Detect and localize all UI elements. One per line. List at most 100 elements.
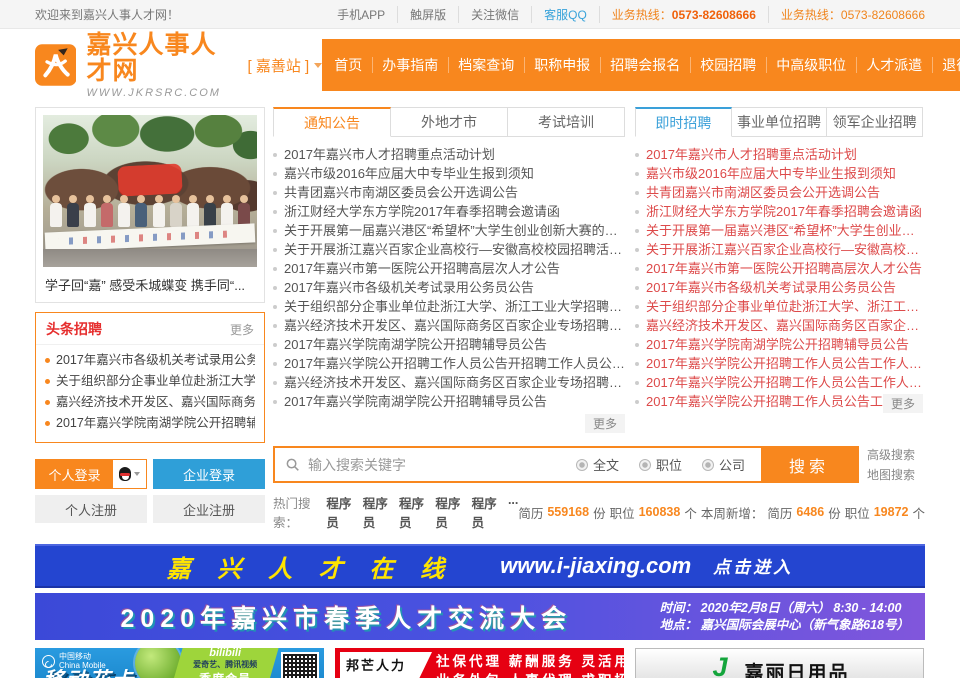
job-item[interactable]: 关于开展浙江嘉兴百家企业高校行—安徽高校校园... (635, 240, 923, 259)
tab-notices[interactable]: 通知公告 (273, 107, 391, 137)
job-item[interactable]: 共青团嘉兴市南湖区委员会公开选调公告 (635, 183, 923, 202)
search-input[interactable] (308, 457, 566, 473)
hot-search-item[interactable]: 程序员 (363, 493, 390, 531)
jobs-more-link[interactable]: 更多 (883, 394, 923, 413)
notice-item[interactable]: 关于组织部分企事业单位赴浙江大学、浙江工业大学招聘人才的... (273, 297, 625, 316)
china-mobile-ad[interactable]: 中国移动China Mobile 移动花卡 bilibili 爱奇艺、腾讯视频 … (35, 648, 324, 678)
radio-position[interactable]: 职位 (639, 455, 682, 474)
notice-item[interactable]: 2017年嘉兴学院南湖学院公开招聘辅导员公告 (273, 335, 625, 354)
tab-public-institution-jobs[interactable]: 事业单位招聘 (732, 107, 828, 137)
notice-item[interactable]: 2017年嘉兴学院公开招聘工作人员公告开招聘工作人员公告开... (273, 354, 625, 373)
site-title-block: 嘉兴人事人才网 WWW.JKRSRC.COM (86, 32, 231, 99)
banner1-title: 嘉 兴 人 才 在 线 (167, 549, 454, 584)
nav-item[interactable]: 职称申报 (524, 57, 594, 73)
banner2-title: 2020年嘉兴市春季人才交流大会 (51, 599, 642, 635)
headline-item[interactable]: 2017年嘉兴学院南湖学院公开招聘辅... (45, 413, 255, 434)
notice-item[interactable]: 2017年嘉兴市各级机关考试录用公务员公告 (273, 278, 625, 297)
bullet-icon (273, 267, 277, 271)
bullet-icon (273, 210, 277, 214)
job-item[interactable]: 浙江财经大学东方学院2017年春季招聘会邀请函 (635, 202, 923, 221)
qr-code (281, 652, 319, 678)
radio-fulltext[interactable]: 全文 (576, 455, 619, 474)
nav-item[interactable]: 校园招聘 (690, 57, 760, 73)
job-item[interactable]: 2017年嘉兴市第一医院公开招聘高层次人才公告 (635, 259, 923, 278)
notice-item[interactable]: 嘉兴市级2016年应届大中专毕业生报到须知 (273, 164, 625, 183)
job-item[interactable]: 嘉兴市级2016年应届大中专毕业生报到须知 (635, 164, 923, 183)
bangmang-hr-ad[interactable]: 邦芒人力 50bm.com 社保代理 薪酬服务 灵活用工 业务外包 人事代理 求… (335, 648, 624, 678)
bullet-icon (635, 172, 639, 176)
main-nav: 首页办事指南档案查询职称申报招聘会报名校园招聘中高级职位人才派遣退役军人招聘 (322, 39, 960, 91)
banner2-info: 时间： 2020年2月8日（周六） 8:30 - 14:00 地点： 嘉兴国际会… (660, 600, 909, 634)
week-resume-count: 6486 (796, 505, 824, 519)
tab-leading-enterprise-jobs[interactable]: 领军企业招聘 (827, 107, 923, 137)
site-logo[interactable]: 嘉兴人事人才网 WWW.JKRSRC.COM (35, 32, 232, 99)
notice-item[interactable]: 2017年嘉兴学院南湖学院公开招聘辅导员公告 (273, 392, 625, 411)
enterprise-register-button[interactable]: 企业注册 (153, 495, 265, 523)
notice-item[interactable]: 嘉兴经济技术开发区、嘉兴国际商务区百家企业专场招聘会公告 (273, 373, 625, 392)
job-item[interactable]: 2017年嘉兴学院公开招聘工作人员公告工作... (635, 392, 923, 411)
notices-list: 2017年嘉兴市人才招聘重点活动计划 嘉兴市级2016年应届大中专毕业生报到须知… (273, 145, 625, 411)
notice-item[interactable]: 2017年嘉兴市第一医院公开招聘高层次人才公告 (273, 259, 625, 278)
map-search-link[interactable]: 地图搜索 (867, 466, 925, 483)
bullet-icon (273, 286, 277, 290)
radio-icon (639, 459, 651, 471)
wechat-link[interactable]: 关注微信 (459, 6, 532, 23)
notice-item[interactable]: 共青团嘉兴市南湖区委员会公开选调公告 (273, 183, 625, 202)
bullet-icon (273, 305, 277, 309)
job-item[interactable]: 2017年嘉兴学院公开招聘工作人员公告工作人员... (635, 354, 923, 373)
notice-item[interactable]: 嘉兴经济技术开发区、嘉兴国际商务区百家企业专场招聘会公告 (273, 316, 625, 335)
tab-instant-jobs[interactable]: 即时招聘 (635, 107, 732, 137)
notice-item[interactable]: 关于开展浙江嘉兴百家企业高校行—安徽高校校园招聘活动的通... (273, 240, 625, 259)
qq-login-dropdown[interactable] (113, 460, 146, 488)
spring-job-fair-banner[interactable]: 2020年嘉兴市春季人才交流大会 时间： 2020年2月8日（周六） 8:30 … (35, 593, 925, 640)
touch-version-link[interactable]: 触屏版 (398, 6, 459, 23)
advanced-search-link[interactable]: 高级搜索 (867, 446, 925, 463)
notice-item[interactable]: 2017年嘉兴市人才招聘重点活动计划 (273, 145, 625, 164)
bullet-icon (635, 153, 639, 157)
notices-more-link[interactable]: 更多 (585, 414, 625, 433)
hot-search-item[interactable]: 程序员 (435, 493, 462, 531)
nav-item[interactable]: 招聘会报名 (600, 57, 684, 73)
bilibili-logo: bilibili (183, 648, 267, 659)
radio-company[interactable]: 公司 (702, 455, 745, 474)
headline-list: 2017年嘉兴市各级机关考试录用公务... 关于组织部分企事业单位赴浙江大学..… (36, 345, 264, 442)
tab-other-markets[interactable]: 外地才市 (391, 107, 508, 137)
search-button[interactable]: 搜索 (761, 448, 857, 481)
hot-search-item[interactable]: 程序员 (326, 493, 353, 531)
headline-item[interactable]: 嘉兴经济技术开发区、嘉兴国际商务... (45, 392, 255, 413)
hot-search-item[interactable]: 程序员 (472, 493, 499, 531)
jiaxing-talent-online-banner[interactable]: 嘉 兴 人 才 在 线 www.i-jiaxing.com 点击进入 (35, 544, 925, 588)
nav-item[interactable]: 首页 (325, 57, 366, 73)
nav-item[interactable]: 退役军人招聘 (932, 57, 960, 73)
enterprise-login-button[interactable]: 企业登录 (153, 459, 265, 489)
job-item[interactable]: 2017年嘉兴学院南湖学院公开招聘辅导员公告 (635, 335, 923, 354)
personal-register-button[interactable]: 个人注册 (35, 495, 147, 523)
job-item[interactable]: 2017年嘉兴市人才招聘重点活动计划 (635, 145, 923, 164)
bangmang-brand: 邦芒人力 50bm.com (340, 652, 432, 678)
job-item[interactable]: 2017年嘉兴学院公开招聘工作人员公告工作人员... (635, 373, 923, 392)
tab-exam-training[interactable]: 考试培训 (508, 107, 625, 137)
job-item[interactable]: 嘉兴经济技术开发区、嘉兴国际商务区百家企业专... (635, 316, 923, 335)
news-photo-card[interactable]: 学子回“嘉” 感受禾城蝶变 携手同“... (35, 107, 265, 303)
bullet-icon (273, 248, 277, 252)
substation-selector[interactable]: [ 嘉善站 ] (248, 55, 323, 76)
job-item[interactable]: 2017年嘉兴市各级机关考试录用公务员公告 (635, 278, 923, 297)
nav-item[interactable]: 中高级职位 (766, 57, 850, 73)
qq-service-link[interactable]: 客服QQ (532, 6, 600, 23)
personal-login-button[interactable]: 个人登录 (36, 460, 113, 488)
photo-caption[interactable]: 学子回“嘉” 感受禾城蝶变 携手同“... (43, 267, 257, 295)
jiali-ad[interactable]: J JALY 嘉丽日用品 (635, 648, 924, 678)
nav-item[interactable]: 办事指南 (372, 57, 442, 73)
hot-search-item[interactable]: ... (508, 493, 518, 531)
notice-item[interactable]: 浙江财经大学东方学院2017年春季招聘会邀请函 (273, 202, 625, 221)
notice-item[interactable]: 关于开展第一届嘉兴港区“希望杯”大学生创业创新大赛的通知 (273, 221, 625, 240)
hot-search-item[interactable]: 程序员 (399, 493, 426, 531)
mobile-app-link[interactable]: 手机APP (325, 6, 398, 23)
headline-item[interactable]: 关于组织部分企事业单位赴浙江大学... (45, 371, 255, 392)
job-item[interactable]: 关于开展第一届嘉兴港区“希望杯”大学生创业创... (635, 221, 923, 240)
nav-item[interactable]: 档案查询 (448, 57, 518, 73)
job-item[interactable]: 关于组织部分企事业单位赴浙江大学、浙江工业大... (635, 297, 923, 316)
headline-more-link[interactable]: 更多 (230, 321, 254, 338)
headline-item[interactable]: 2017年嘉兴市各级机关考试录用公务... (45, 350, 255, 371)
nav-item[interactable]: 人才派遣 (856, 57, 926, 73)
